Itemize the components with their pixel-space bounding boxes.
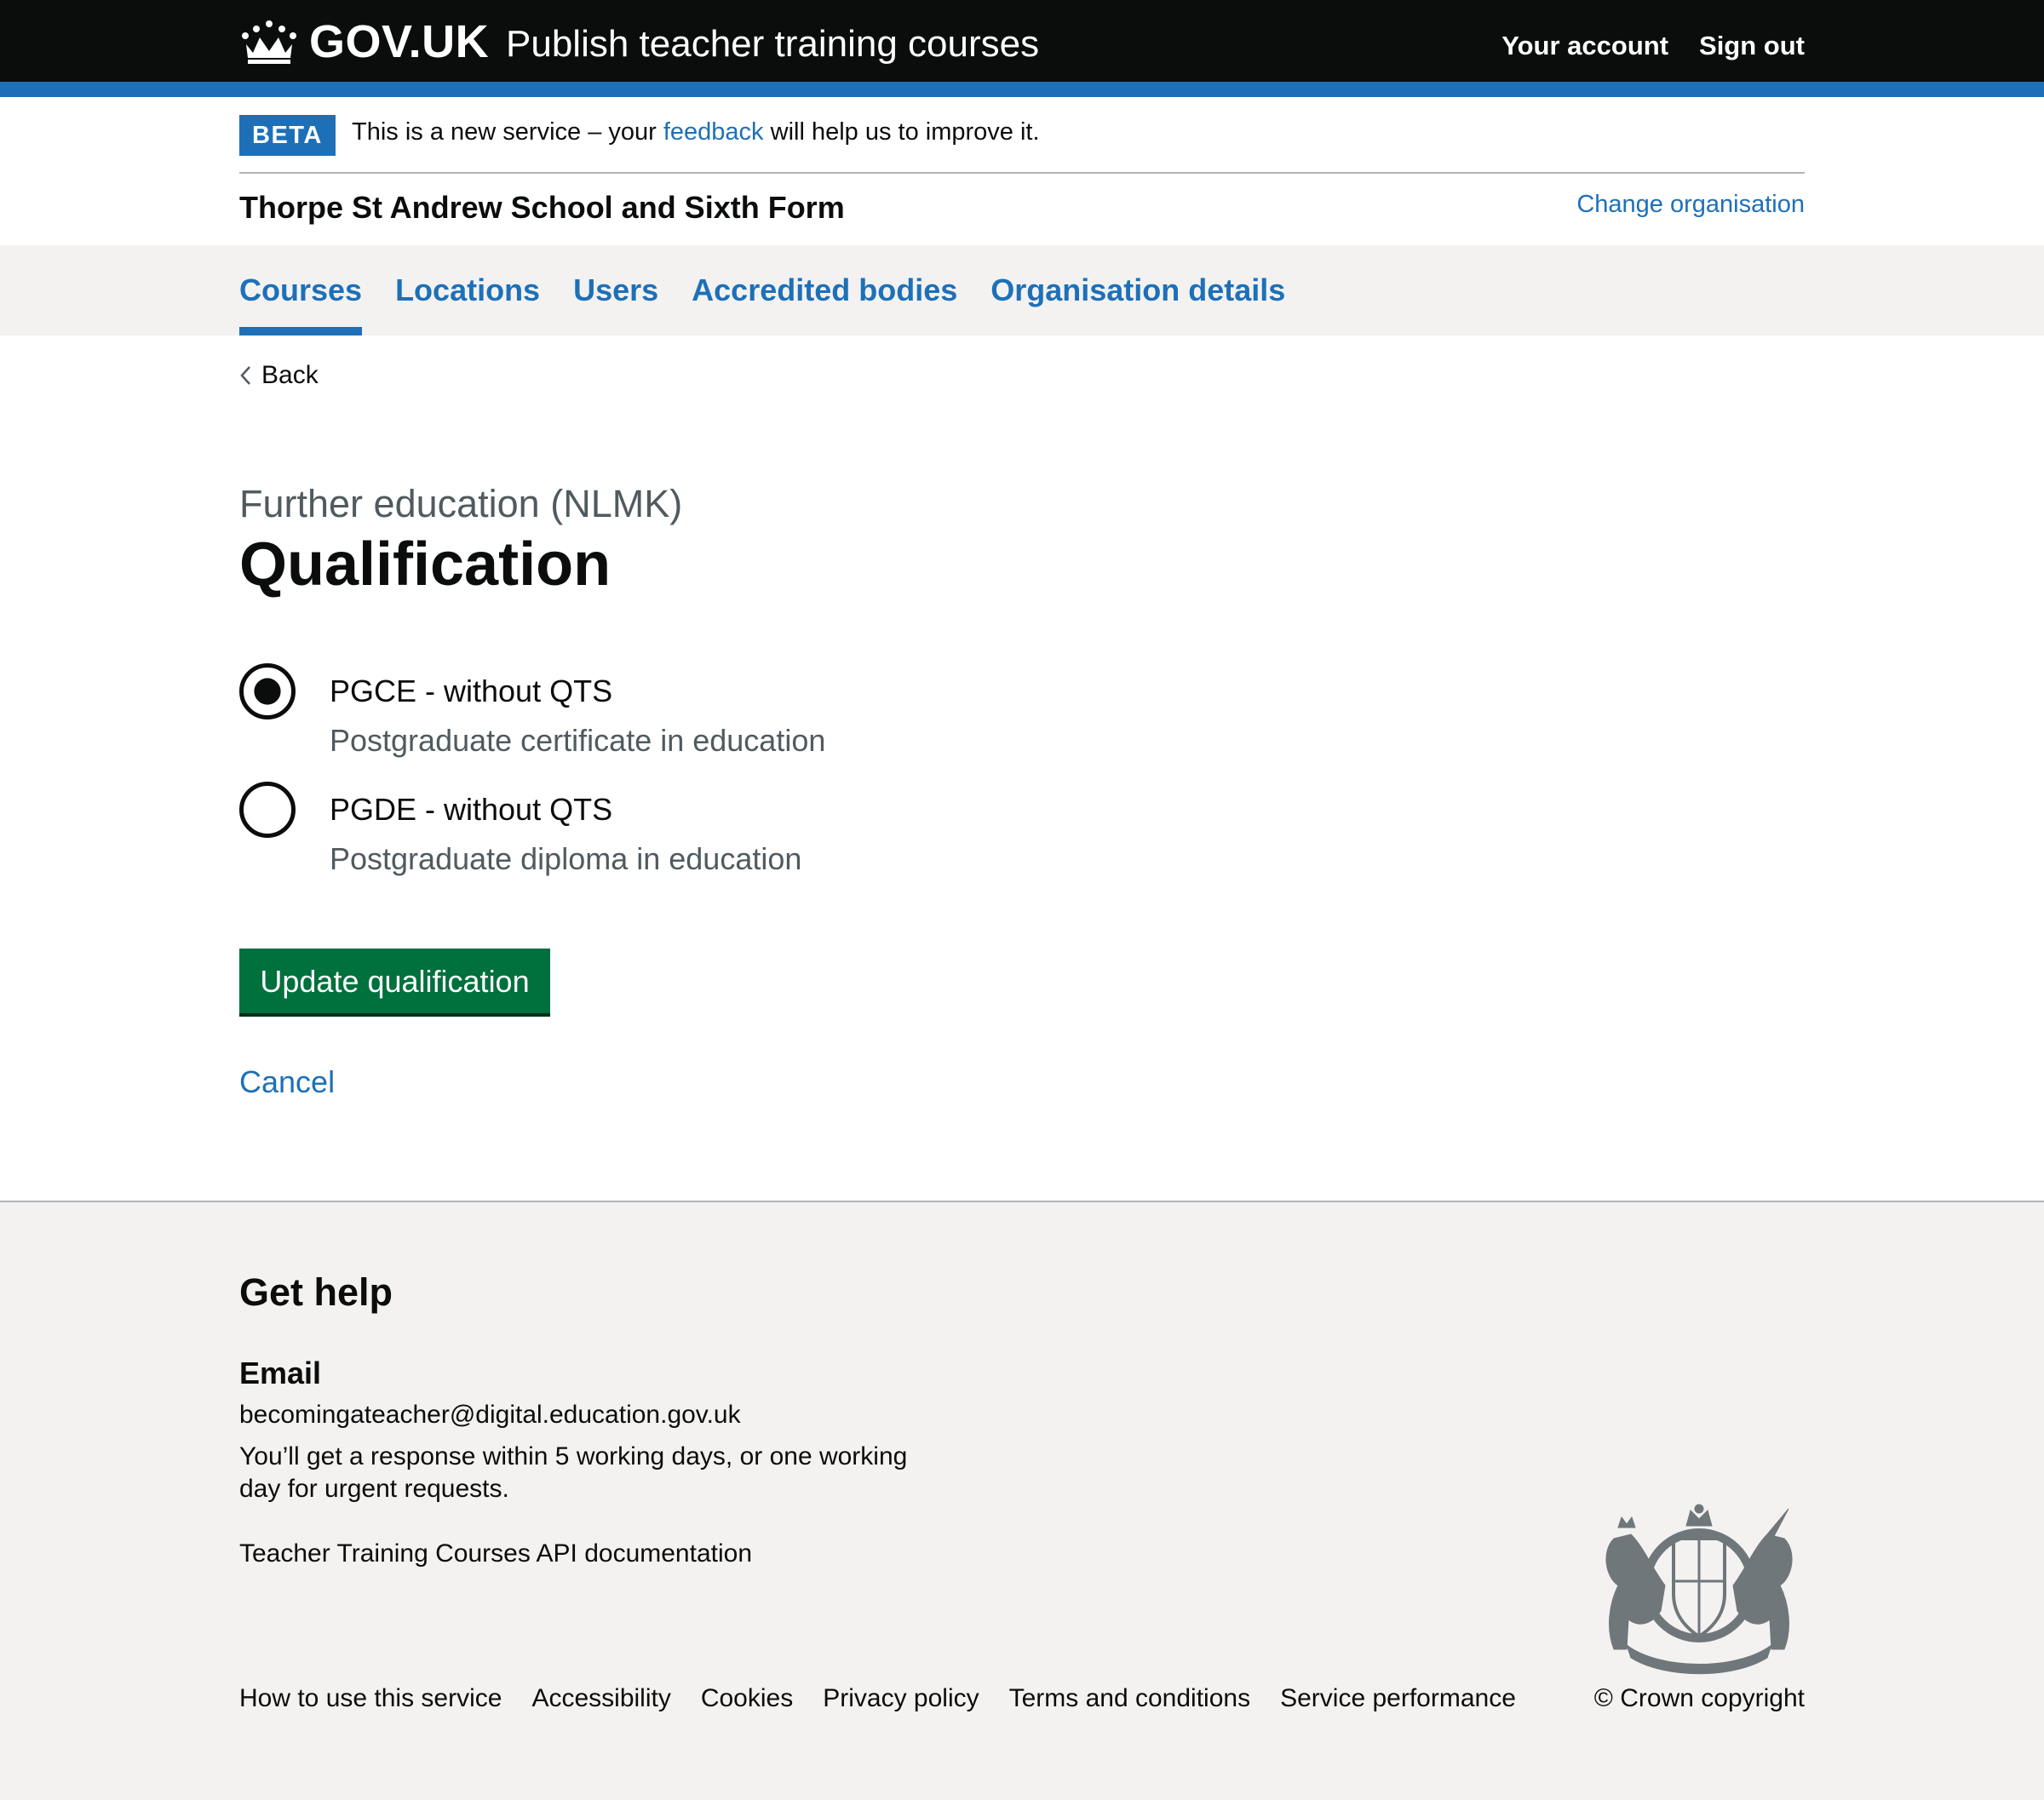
back-link-container: Back <box>239 361 319 390</box>
nav-item-organisation-details: Organisation details <box>990 245 1285 335</box>
nav-item-locations: Locations <box>395 245 540 335</box>
footer-link-privacy[interactable]: Privacy policy <box>823 1684 979 1713</box>
footer-link-service-performance[interactable]: Service performance <box>1280 1684 1516 1713</box>
header-blue-bar <box>0 82 2044 97</box>
govuk-header: GOV.UK Publish teacher training courses … <box>0 0 2044 82</box>
get-help-heading: Get help <box>239 1270 393 1314</box>
govuk-logo-link[interactable]: GOV.UK <box>239 15 489 68</box>
header-account-nav: Your account Sign out <box>1501 31 1805 61</box>
footer-links: How to use this service Accessibility Co… <box>239 1684 1516 1713</box>
api-documentation-link[interactable]: Teacher Training Courses API documentati… <box>239 1539 752 1568</box>
radio-button-pgce[interactable] <box>239 663 296 719</box>
radio-selected-dot <box>254 678 281 705</box>
back-link[interactable]: Back <box>261 361 319 390</box>
nav-link-organisation-details[interactable]: Organisation details <box>990 245 1285 308</box>
change-organisation-link[interactable]: Change organisation <box>1576 191 1805 219</box>
service-name-link[interactable]: Publish teacher training courses <box>506 23 1039 66</box>
radio-button-pgde[interactable] <box>239 782 296 838</box>
nav-item-courses: Courses <box>239 245 363 335</box>
nav-link-locations[interactable]: Locations <box>395 245 540 308</box>
update-qualification-button[interactable]: Update qualification <box>239 949 550 1013</box>
phase-banner-text: This is a new service – your feedback wi… <box>352 118 1040 146</box>
radio-hint-pgde: Postgraduate diploma in education <box>330 841 802 876</box>
primary-navigation: Courses Locations Users Accredited bodie… <box>0 245 2044 335</box>
chevron-left-icon <box>240 366 250 385</box>
phase-banner: BETA This is a new service – your feedba… <box>239 97 1805 174</box>
response-time-text: You’ll get a response within 5 working d… <box>239 1442 908 1503</box>
support-email-link[interactable]: becomingateacher@digital.education.gov.u… <box>239 1401 741 1430</box>
page-title: Qualification <box>239 530 611 599</box>
radio-label-pgce[interactable]: PGCE - without QTS <box>330 674 612 709</box>
nav-link-accredited-bodies[interactable]: Accredited bodies <box>692 245 957 308</box>
footer-link-accessibility[interactable]: Accessibility <box>531 1684 670 1713</box>
nav-link-users[interactable]: Users <box>573 245 658 308</box>
cancel-link[interactable]: Cancel <box>239 1064 335 1100</box>
govuk-logo-text: GOV.UK <box>309 16 490 67</box>
crown-copyright-link[interactable]: © Crown copyright <box>1594 1684 1805 1713</box>
radio-label-pgde[interactable]: PGDE - without QTS <box>330 792 612 828</box>
your-account-link[interactable]: Your account <box>1501 31 1668 61</box>
footer-link-cookies[interactable]: Cookies <box>701 1684 793 1713</box>
feedback-link[interactable]: feedback <box>663 118 764 146</box>
nav-link-courses[interactable]: Courses <box>239 245 362 308</box>
beta-tag: BETA <box>239 115 336 156</box>
nav-item-users: Users <box>573 245 658 335</box>
radio-hint-pgce: Postgraduate certificate in education <box>330 723 826 758</box>
sign-out-link[interactable]: Sign out <box>1699 31 1805 61</box>
course-caption: Further education (NLMK) <box>239 482 683 525</box>
royal-coat-of-arms-icon <box>1605 1504 1793 1675</box>
footer: Get help Email becomingateacher@digital.… <box>0 1201 2044 1800</box>
crown-icon <box>242 20 296 64</box>
phase-text-after: will help us to improve it. <box>763 118 1040 146</box>
footer-link-terms[interactable]: Terms and conditions <box>1009 1684 1250 1713</box>
organisation-name: Thorpe St Andrew School and Sixth Form <box>239 190 845 225</box>
email-heading: Email <box>239 1356 322 1390</box>
footer-link-how-to-use[interactable]: How to use this service <box>239 1684 502 1713</box>
nav-item-accredited-bodies: Accredited bodies <box>692 245 957 335</box>
phase-text-before: This is a new service – your <box>352 118 663 146</box>
